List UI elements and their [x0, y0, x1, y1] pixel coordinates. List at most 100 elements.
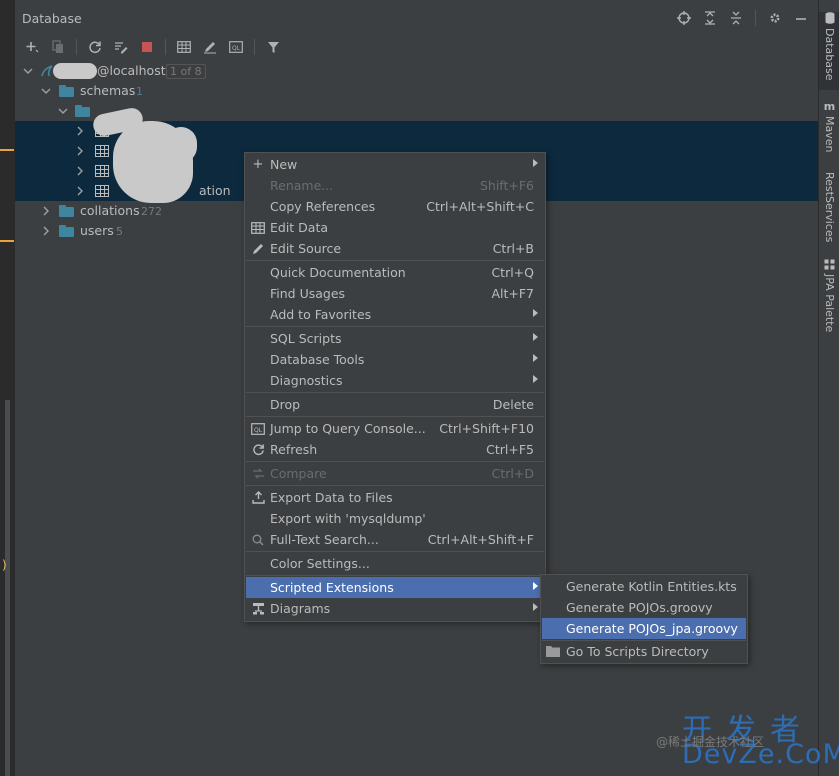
expand-all-icon[interactable] — [699, 8, 721, 28]
edit-icon[interactable] — [199, 37, 221, 57]
compare-icon — [250, 466, 266, 481]
table-icon — [250, 220, 266, 235]
menu-item-edit-data[interactable]: Edit Data — [246, 217, 544, 238]
menu-item-sql-scripts[interactable]: SQL Scripts — [246, 328, 544, 349]
folder-icon — [59, 205, 75, 217]
chevron-down-icon[interactable] — [23, 66, 33, 76]
chevron-right-icon[interactable] — [75, 126, 85, 136]
tab-database-label: Database — [823, 28, 836, 81]
svg-text:QL: QL — [232, 45, 241, 52]
edit-schema-icon[interactable] — [110, 37, 132, 57]
menu-item-compare[interactable]: Compare Ctrl+D — [246, 463, 544, 484]
chevron-right-icon[interactable] — [75, 146, 85, 156]
submenu-item-generate-kotlin-entities[interactable]: Generate Kotlin Entities.kts — [542, 576, 746, 597]
watermark-logo: 开发者 DevZe.CoM @稀土掘金技术社区 — [656, 705, 839, 773]
tab-restservices[interactable]: RestServices — [819, 172, 839, 242]
right-tool-bar: Database m Maven RestServices JPA Palett… — [818, 0, 839, 776]
menu-item-rename[interactable]: Rename... Shift+F6 — [246, 175, 544, 196]
menu-item-label: Jump to Query Console... — [270, 421, 426, 436]
editor-scrollbar[interactable] — [5, 400, 10, 776]
submenu-item-go-to-scripts-directory[interactable]: Go To Scripts Directory — [542, 641, 746, 662]
submenu-item-label: Go To Scripts Directory — [566, 644, 709, 659]
filter-icon[interactable] — [262, 37, 284, 57]
menu-item-add-to-favorites[interactable]: Add to Favorites — [246, 304, 544, 325]
menu-item-label: SQL Scripts — [270, 331, 342, 346]
menu-item-quick-documentation[interactable]: Quick Documentation Ctrl+Q — [246, 262, 544, 283]
table-icon — [95, 185, 109, 197]
editor-text-fragment: ) — [2, 558, 7, 572]
tab-database[interactable]: Database — [819, 12, 839, 90]
menu-item-label: Export with 'mysqldump' — [270, 511, 426, 526]
chevron-right-icon[interactable] — [41, 226, 51, 236]
menu-item-label: Refresh — [270, 442, 318, 457]
menu-item-diagrams[interactable]: Diagrams — [246, 598, 544, 619]
menu-item-shortcut: Delete — [492, 397, 534, 412]
menu-item-database-tools[interactable]: Database Tools — [246, 349, 544, 370]
menu-item-export-data-to-files[interactable]: Export Data to Files — [246, 487, 544, 508]
submenu-item-generate-pojos-jpa[interactable]: Generate POJOs_jpa.groovy — [542, 618, 746, 639]
connection-count: 1 of 8 — [166, 64, 206, 79]
collations-label: collations — [80, 203, 140, 218]
crosshair-icon[interactable] — [673, 8, 695, 28]
schemas-count: 1 — [136, 85, 143, 98]
menu-item-label: Edit Source — [270, 241, 342, 256]
query-console-icon[interactable]: QL — [225, 37, 247, 57]
menu-item-refresh[interactable]: Refresh Ctrl+F5 — [246, 439, 544, 460]
submenu-arrow-icon — [533, 354, 538, 362]
menu-item-edit-source[interactable]: Edit Source Ctrl+B — [246, 238, 544, 259]
mysql-dolphin-icon — [41, 65, 53, 77]
menu-item-label: Color Settings... — [270, 556, 370, 571]
menu-item-full-text-search[interactable]: Full-Text Search... Ctrl+Alt+Shift+F — [246, 529, 544, 550]
menu-item-diagnostics[interactable]: Diagnostics — [246, 370, 544, 391]
submenu-arrow-icon — [533, 375, 538, 383]
gear-icon[interactable] — [764, 8, 786, 28]
table-icon — [95, 165, 109, 177]
menu-item-jump-to-query-console[interactable]: QL Jump to Query Console... Ctrl+Shift+F… — [246, 418, 544, 439]
chevron-down-icon[interactable] — [58, 106, 68, 116]
scripted-extensions-submenu: Generate Kotlin Entities.kts Generate PO… — [540, 574, 748, 664]
menu-item-label: New — [270, 157, 298, 172]
menu-item-label: Find Usages — [270, 286, 346, 301]
users-label: users — [80, 223, 114, 238]
maven-icon: m — [823, 99, 836, 113]
panel-title: Database — [22, 11, 82, 26]
table-icon[interactable] — [173, 37, 195, 57]
menu-item-find-usages[interactable]: Find Usages Alt+F7 — [246, 283, 544, 304]
tree-row-schemas[interactable]: schemas 1 — [15, 81, 818, 101]
stop-icon[interactable] — [136, 37, 158, 57]
minimize-icon[interactable] — [790, 8, 812, 28]
menu-item-label: Rename... — [270, 178, 334, 193]
submenu-arrow-icon — [533, 333, 538, 341]
collapse-all-icon[interactable] — [725, 8, 747, 28]
plus-icon: + — [252, 157, 264, 172]
menu-item-export-with-mysqldump[interactable]: Export with 'mysqldump' — [246, 508, 544, 529]
chevron-right-icon[interactable] — [75, 186, 85, 196]
menu-item-label: Export Data to Files — [270, 490, 393, 505]
folder-icon — [59, 85, 75, 97]
submenu-arrow-icon — [533, 603, 538, 611]
chevron-right-icon[interactable] — [75, 166, 85, 176]
schemas-label: schemas — [80, 83, 136, 98]
tab-maven[interactable]: m Maven — [819, 100, 839, 160]
table-name-fragment: ation — [199, 183, 231, 198]
menu-item-scripted-extensions[interactable]: Scripted Extensions — [246, 577, 544, 598]
search-icon — [250, 532, 266, 547]
menu-item-color-settings[interactable]: Color Settings... — [246, 553, 544, 574]
submenu-item-generate-pojos[interactable]: Generate POJOs.groovy — [542, 597, 746, 618]
tree-row-connection[interactable]: @localhost 1 of 8 — [15, 61, 818, 81]
submenu-arrow-icon — [533, 582, 538, 590]
tab-jpa-palette[interactable]: JPA Palette — [819, 258, 839, 338]
menu-item-new[interactable]: + New — [246, 154, 544, 175]
copy-icon[interactable] — [47, 37, 69, 57]
menu-item-drop[interactable]: Drop Delete — [246, 394, 544, 415]
diagram-icon — [250, 601, 266, 616]
add-icon[interactable] — [21, 37, 43, 57]
menu-item-copy-references[interactable]: Copy References Ctrl+Alt+Shift+C — [246, 196, 544, 217]
refresh-icon[interactable] — [84, 37, 106, 57]
chevron-right-icon[interactable] — [41, 206, 51, 216]
chevron-down-icon[interactable] — [41, 86, 51, 96]
context-menu: + New Rename... Shift+F6 Copy References… — [244, 152, 546, 622]
menu-item-shortcut: Ctrl+B — [492, 241, 534, 256]
menu-item-shortcut: Alt+F7 — [491, 286, 534, 301]
refresh-icon — [250, 442, 266, 457]
